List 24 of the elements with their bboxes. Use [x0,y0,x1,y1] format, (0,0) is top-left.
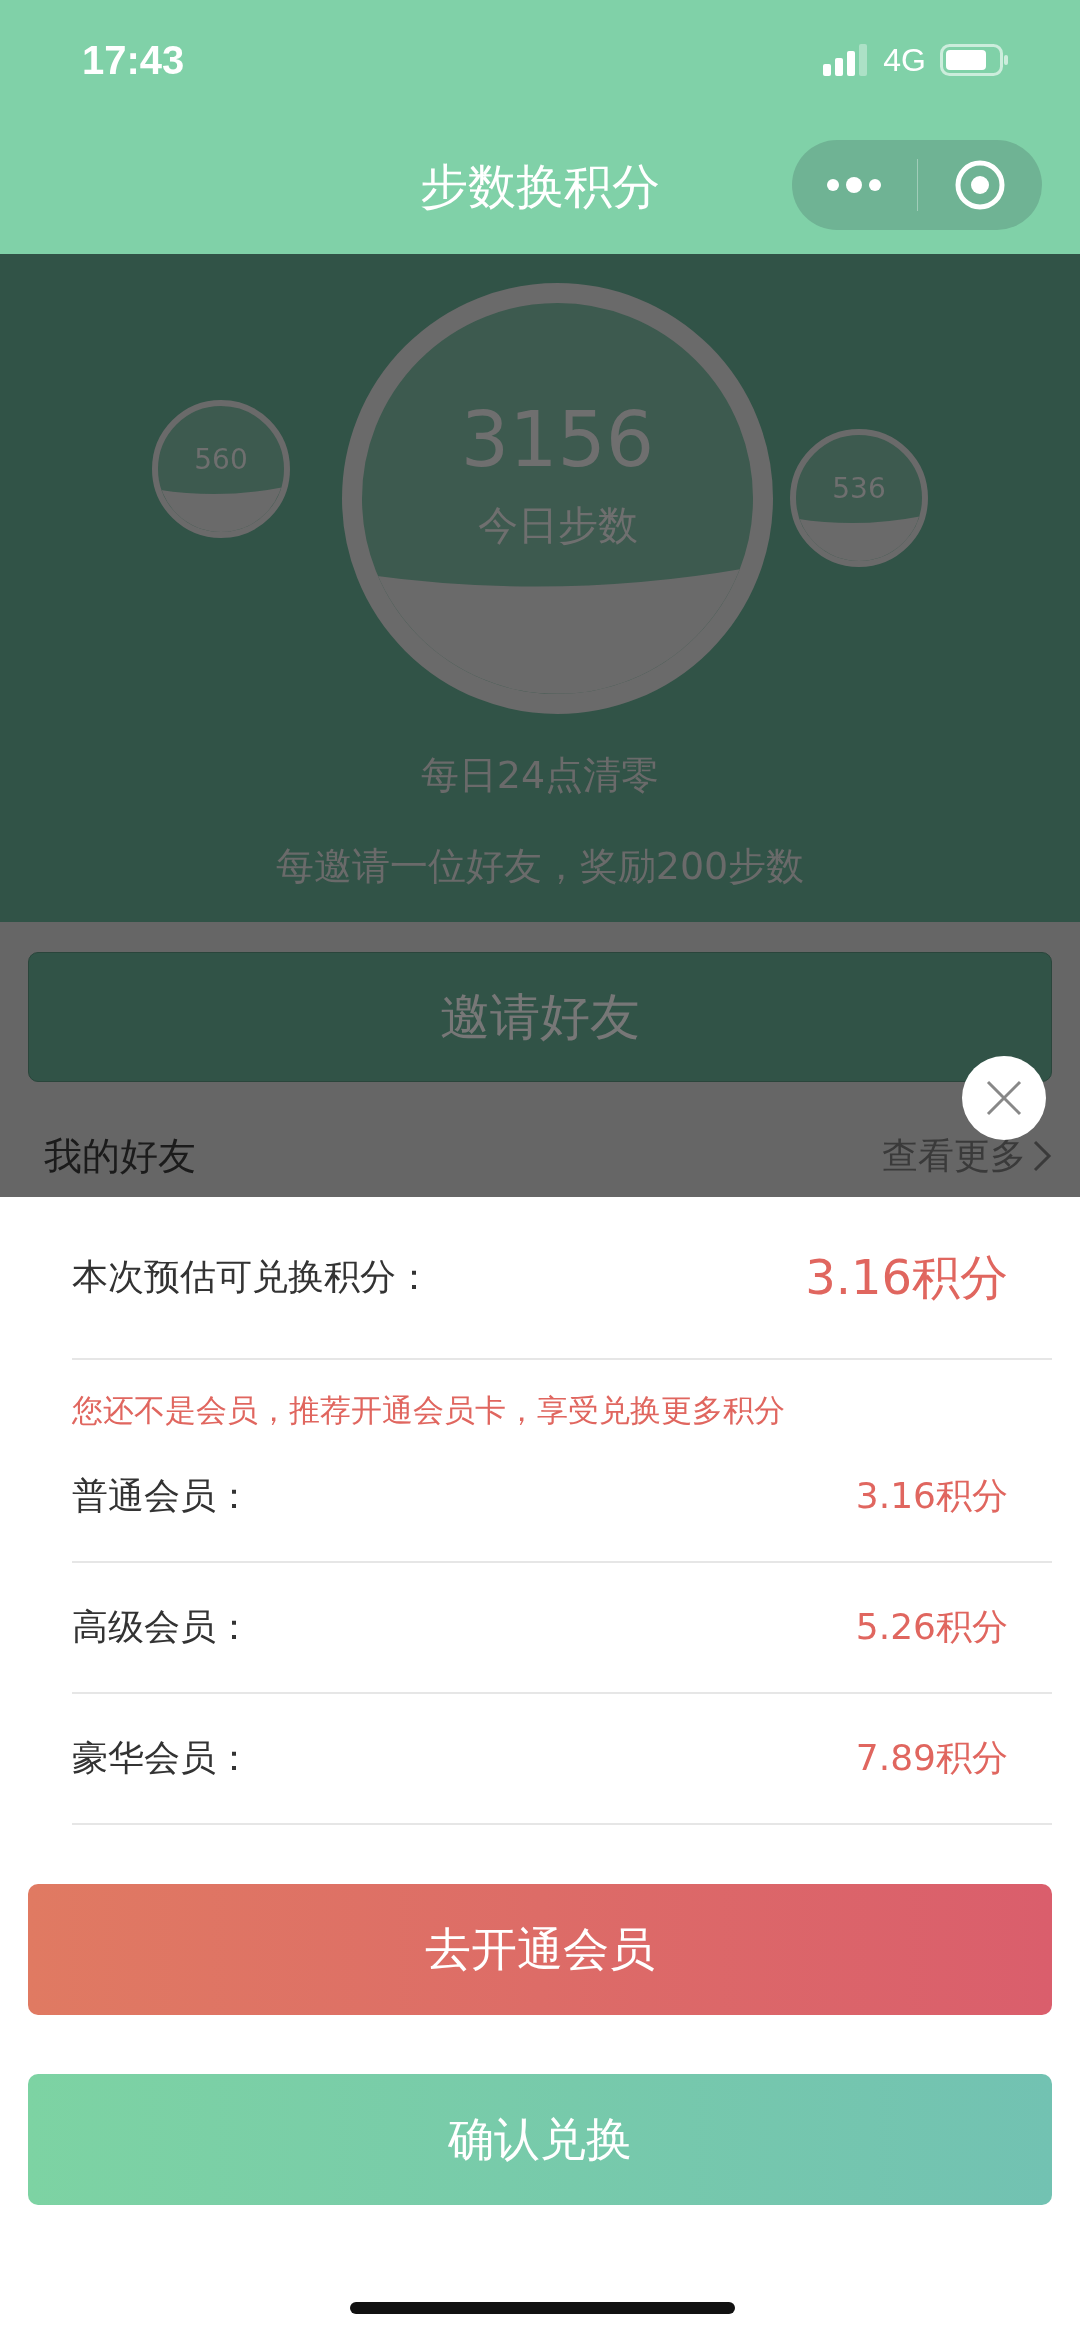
page-title: 步数换积分 [420,157,660,216]
chevron-right-icon [1032,1139,1052,1173]
membership-notice: 您还不是会员，推荐开通会员卡，享受兑换更多积分 [72,1391,786,1430]
estimate-value: 3.16积分 [805,1247,1008,1307]
signal-icon [823,44,870,76]
friends-title: 我的好友 [44,1132,196,1180]
close-icon [986,1080,1022,1116]
invite-reward-note: 每邀请一位好友，奖励200步数 [275,843,805,890]
invite-friends-button[interactable]: 邀请好友 [28,952,1052,1082]
open-membership-button[interactable]: 去开通会员 [28,1884,1052,2015]
reset-note: 每日24点清零 [420,752,660,799]
tier-label: 豪华会员： [72,1736,252,1780]
tier-value: 7.89积分 [855,1736,1008,1780]
tier-value: 5.26积分 [855,1605,1008,1649]
status-time: 17:43 [82,37,185,83]
estimate-label: 本次预估可兑换积分： [72,1255,432,1299]
more-icon [826,177,883,193]
confirm-exchange-button[interactable]: 确认兑换 [28,2074,1052,2205]
network-label: 4G [883,41,926,79]
tier-label: 高级会员： [72,1605,252,1649]
tier-value: 3.16积分 [855,1474,1008,1518]
battery-icon [940,44,1008,76]
tier-label: 普通会员： [72,1474,252,1518]
target-icon [953,159,1006,211]
